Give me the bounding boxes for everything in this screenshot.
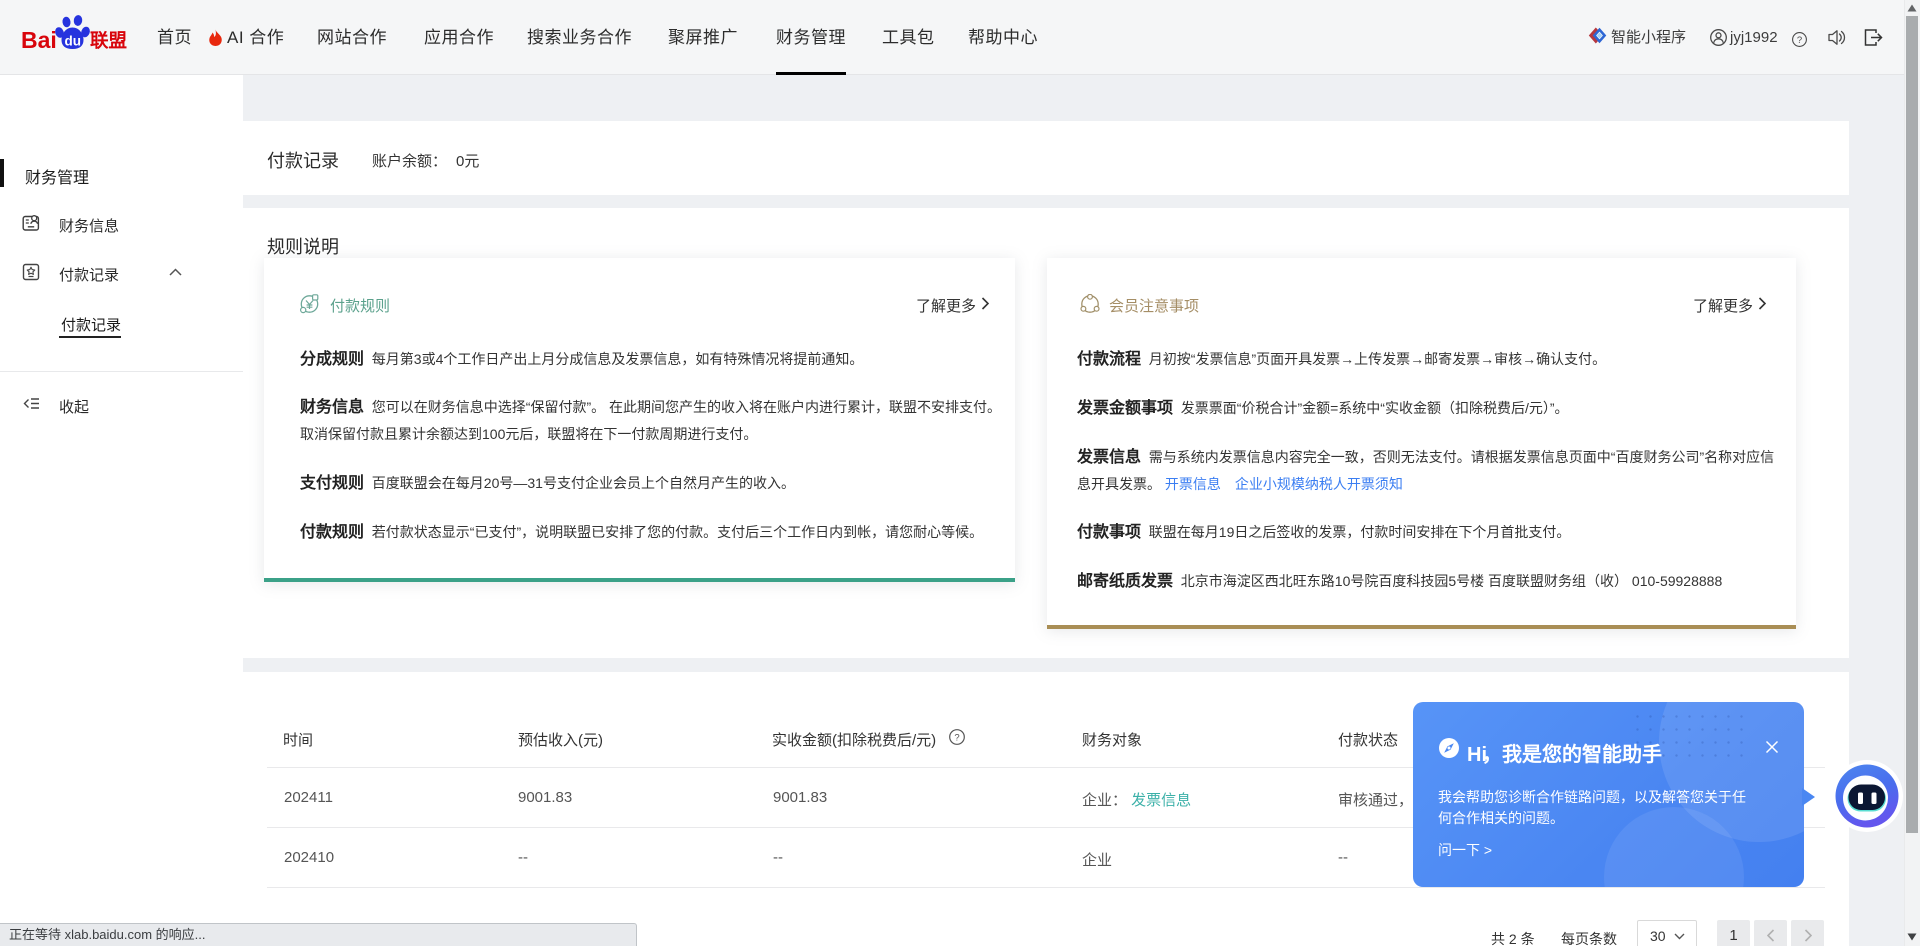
svg-text:联盟: 联盟 (90, 30, 128, 51)
svg-text:Bai: Bai (21, 27, 57, 53)
svg-text:?: ? (954, 733, 959, 744)
svg-text:?: ? (1797, 35, 1802, 46)
svg-text:du: du (65, 34, 82, 49)
